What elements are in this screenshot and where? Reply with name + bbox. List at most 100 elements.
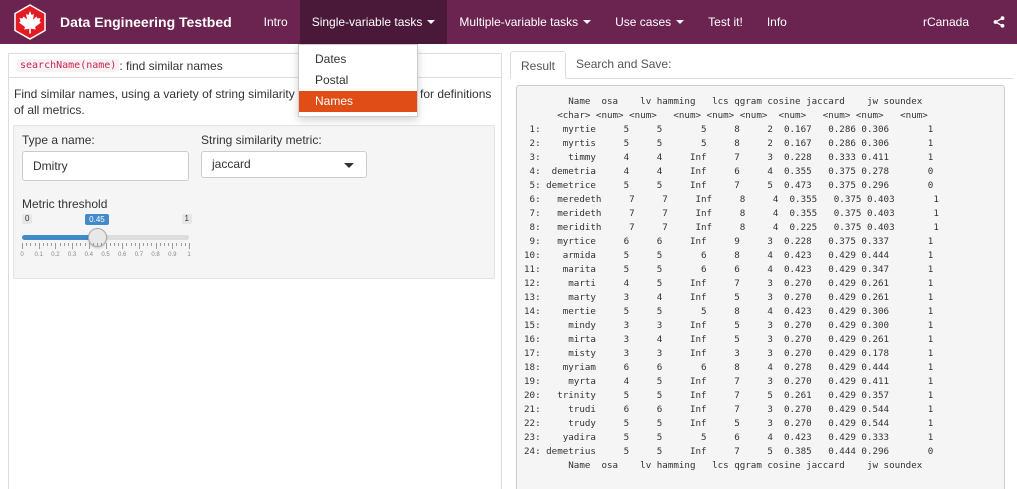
slider-tick: [34, 243, 36, 246]
menu-item-names[interactable]: Names: [299, 91, 417, 112]
output-line: 16: mirta 3 4 Inf 5 3 0.270 0.429 0.261 …: [524, 334, 934, 345]
output-line: 6: meredeth 7 7 Inf 8 4 0.355 0.375 0.40…: [524, 194, 939, 205]
panel-description: Find similar names, using a variety of s…: [9, 78, 501, 118]
nav-rcanada-label: rCanada: [922, 15, 969, 29]
output-line: 22: trudy 5 5 Inf 5 3 0.270 0.429 0.544 …: [524, 418, 934, 429]
nav-single-variable-tasks[interactable]: Single-variable tasks: [299, 0, 448, 44]
name-input[interactable]: Dmitry: [22, 151, 189, 181]
right-panel: Result Search and Save: Name osa lv hamm…: [510, 51, 1013, 489]
slider-ticks: [22, 243, 190, 249]
slider-tick: [72, 243, 74, 249]
nav-multiple-variable-tasks-label: Multiple-variable tasks: [459, 15, 579, 29]
slider-tick: [130, 243, 132, 246]
nav-multiple-variable-tasks[interactable]: Multiple-variable tasks: [447, 0, 603, 44]
slider-tick: [113, 243, 115, 246]
nav-use-cases[interactable]: Use cases: [603, 0, 696, 44]
output-line: 11: marita 5 5 6 6 4 0.423 0.429 0.347 1: [524, 264, 934, 275]
output-line: 4: demetria 4 4 Inf 6 4 0.355 0.375 0.27…: [524, 166, 934, 177]
output-line: Name osa lv hamming lcs qgram cosine jac…: [524, 460, 923, 471]
nav-rcanada[interactable]: rCanada: [911, 0, 981, 44]
slider-tick: [101, 243, 103, 246]
slider-grid-label: 0.7: [134, 252, 144, 258]
slider-tick: [80, 243, 82, 246]
slider-tick: [189, 243, 190, 249]
slider-tick: [163, 243, 165, 246]
navbar: Data Engineering Testbed Intro Single-va…: [0, 0, 1017, 44]
slider-tick: [134, 243, 136, 246]
slider-tick: [92, 243, 94, 246]
slider-grid-label: 0.3: [67, 252, 77, 258]
slider-tick: [159, 243, 161, 246]
output-line: Name osa lv hamming lcs qgram cosine jac…: [524, 96, 923, 107]
output-line: 14: mertie 5 5 5 8 4 0.423 0.429 0.306 1: [524, 306, 934, 317]
threshold-label: Metric threshold: [22, 197, 108, 211]
metric-select-value: jaccard: [212, 157, 251, 171]
slider-grid-label: 0.2: [51, 252, 60, 258]
threshold-slider[interactable]: 0 0.45 1 0 0.1 0.2 0.3 0.4 0.5 0.6 0.7 0.8 0.9 1: [20, 212, 192, 262]
output-line: 8: meridith 7 7 Inf 8 4 0.225 0.375 0.40…: [524, 222, 939, 233]
slider-tick: [51, 243, 53, 246]
slider-fill: [22, 235, 98, 240]
slider-grid-labels: 0 0.1 0.2 0.3 0.4 0.5 0.6 0.7 0.8 0.9 1: [20, 252, 191, 262]
output-line: 17: misty 3 3 Inf 3 3 0.270 0.429 0.178 …: [524, 348, 934, 359]
caret-down-icon: [583, 20, 592, 24]
output-line: 3: timmy 4 4 Inf 7 3 0.228 0.333 0.411 1: [524, 152, 934, 163]
menu-item-dates[interactable]: Dates: [299, 49, 417, 70]
nav-test-it[interactable]: Test it!: [696, 0, 755, 44]
slider-tick: [147, 243, 149, 246]
slider-tick: [143, 243, 145, 246]
slider-tick: [22, 243, 23, 249]
output-line: 2: myrtis 5 5 5 8 2 0.167 0.286 0.306 1: [524, 138, 934, 149]
tab-result[interactable]: Result: [510, 51, 567, 79]
output-line: 20: trinity 5 5 Inf 7 5 0.261 0.429 0.35…: [524, 390, 934, 401]
slider-tick: [88, 243, 90, 249]
slider-tick: [168, 243, 170, 246]
slider-tick: [138, 243, 140, 249]
output-line: 5: demetrice 5 5 Inf 7 5 0.473 0.375 0.2…: [524, 180, 934, 191]
panel-header: searchName(name) : find similar names: [9, 54, 501, 78]
slider-grid-label: 0.8: [151, 252, 160, 258]
metric-select[interactable]: jaccard: [201, 151, 367, 178]
slider-grid-label: 0.6: [118, 252, 127, 258]
menu-item-postal[interactable]: Postal: [299, 70, 417, 91]
nav-test-it-label: Test it!: [708, 15, 743, 29]
description-line-2: of all metrics.: [14, 103, 85, 117]
slider-grid-label: 0.1: [34, 252, 43, 258]
nav-info[interactable]: Info: [755, 0, 799, 44]
caret-down-icon: [427, 20, 436, 24]
slider-tick: [109, 243, 111, 246]
output-line: 1: myrtie 5 5 5 8 2 0.167 0.286 0.306 1: [524, 124, 934, 135]
slider-tick: [122, 243, 124, 249]
output-line: 21: trudi 6 6 Inf 7 3 0.270 0.429 0.544 …: [524, 404, 934, 415]
slider-tick: [67, 243, 69, 246]
output-line: 23: yadira 5 5 5 6 4 0.423 0.429 0.333 1: [524, 432, 934, 443]
slider-tick: [38, 243, 40, 249]
slider-tick: [180, 243, 182, 246]
slider-grid-label: 1: [187, 252, 191, 258]
output-tabs: Result Search and Save:: [510, 51, 1013, 79]
nav-intro[interactable]: Intro: [252, 0, 300, 44]
slider-tick: [63, 243, 65, 246]
slider-grid-label: 0: [20, 252, 24, 258]
output-line: 10: armida 5 5 6 8 4 0.423 0.429 0.444 1: [524, 250, 934, 261]
slider-grid-label: 0.4: [84, 252, 93, 258]
tab-search-and-save[interactable]: Search and Save:: [566, 50, 681, 78]
slider-tick: [47, 243, 49, 246]
slider-tick: [76, 243, 78, 246]
slider-tick: [42, 243, 44, 246]
slider-tick: [126, 243, 128, 246]
navbar-right: rCanada: [911, 0, 1017, 44]
slider-tick: [151, 243, 153, 246]
output-line: 7: merideth 7 7 Inf 8 4 0.355 0.375 0.40…: [524, 208, 939, 219]
slider-value-label: 0.45: [85, 214, 109, 225]
input-well: Type a name: Dmitry String similarity me…: [13, 125, 495, 279]
output-line: 24: demetrius 5 5 Inf 7 5 0.385 0.444 0.…: [524, 446, 934, 457]
slider-tick: [97, 243, 99, 246]
slider-tick: [84, 243, 86, 246]
output-line: 12: marti 4 5 Inf 7 3 0.270 0.429 0.261 …: [524, 278, 934, 289]
slider-tick: [59, 243, 61, 246]
brand[interactable]: Data Engineering Testbed: [0, 0, 252, 44]
output-line: 13: marty 3 4 Inf 5 3 0.270 0.429 0.261 …: [524, 292, 934, 303]
share-icon[interactable]: [981, 0, 1017, 44]
slider-tick: [155, 243, 157, 249]
